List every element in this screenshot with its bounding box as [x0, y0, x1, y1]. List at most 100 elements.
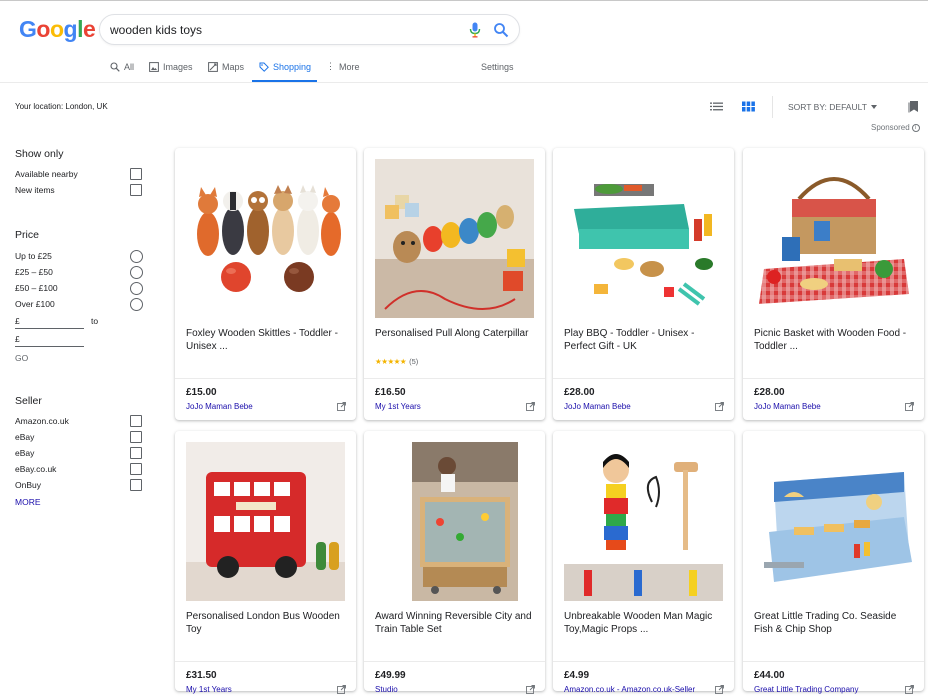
- seller-option-label: eBay: [15, 448, 35, 458]
- google-logo[interactable]: Google: [19, 16, 96, 43]
- product-title[interactable]: Unbreakable Wooden Man Magic Toy,Magic P…: [564, 610, 726, 636]
- card-divider: [553, 661, 734, 662]
- product-price: £4.99: [564, 670, 590, 681]
- filter-available-nearby-checkbox[interactable]: [130, 168, 142, 180]
- product-title[interactable]: Award Winning Reversible City and Train …: [375, 610, 537, 636]
- product-seller[interactable]: Great Little Trading Company: [754, 685, 859, 694]
- product-image[interactable]: [754, 442, 913, 601]
- product-card[interactable]: Personalised London Bus Wooden Toy £31.5…: [175, 431, 356, 694]
- product-image[interactable]: [564, 442, 723, 601]
- external-link-icon[interactable]: [905, 685, 914, 694]
- external-link-icon[interactable]: [526, 685, 535, 694]
- product-title[interactable]: Foxley Wooden Skittles - Toddler - Unise…: [186, 327, 348, 353]
- tab-images[interactable]: Images: [149, 58, 193, 82]
- price-option-radio[interactable]: [130, 298, 143, 311]
- external-link-icon[interactable]: [337, 685, 346, 694]
- seller-option-label: OnBuy: [15, 480, 41, 490]
- product-card[interactable]: Play BBQ - Toddler - Unisex - Perfect Gi…: [553, 148, 734, 420]
- price-max-prefix: £: [15, 334, 20, 344]
- caret-down-icon: [870, 105, 877, 109]
- card-divider: [743, 661, 924, 662]
- product-seller[interactable]: JoJo Maman Bebe: [186, 402, 253, 411]
- price-go-button[interactable]: GO: [15, 353, 28, 363]
- search-box[interactable]: [99, 14, 520, 45]
- list-view-icon[interactable]: [710, 101, 723, 112]
- product-image[interactable]: [564, 159, 723, 318]
- filter-available-nearby-label: Available nearby: [15, 169, 78, 179]
- card-divider: [175, 661, 356, 662]
- search-input[interactable]: [110, 21, 450, 39]
- microphone-icon[interactable]: [468, 22, 482, 38]
- seller-heading: Seller: [15, 395, 42, 407]
- product-seller[interactable]: Studio: [375, 685, 398, 694]
- product-card[interactable]: Award Winning Reversible City and Train …: [364, 431, 545, 694]
- rating-stars-icon: ★★★★★: [375, 357, 407, 366]
- seller-option-checkbox[interactable]: [130, 415, 142, 427]
- product-price: £44.00: [754, 670, 785, 681]
- grid-view-icon[interactable]: [742, 101, 755, 112]
- price-min-prefix: £: [15, 316, 20, 326]
- shortlist-icon[interactable]: [908, 100, 919, 113]
- external-link-icon[interactable]: [526, 402, 535, 411]
- card-divider: [364, 661, 545, 662]
- product-price: £49.99: [375, 670, 406, 681]
- card-divider: [553, 378, 734, 379]
- tab-all[interactable]: All: [110, 58, 134, 82]
- tab-shopping[interactable]: Shopping: [252, 58, 317, 82]
- settings-link[interactable]: Settings: [481, 58, 514, 82]
- product-card[interactable]: Foxley Wooden Skittles - Toddler - Unise…: [175, 148, 356, 420]
- product-title[interactable]: Great Little Trading Co. Seaside Fish & …: [754, 610, 916, 636]
- product-image[interactable]: [375, 159, 534, 318]
- product-title[interactable]: Personalised Pull Along Caterpillar: [375, 327, 537, 340]
- sort-dropdown[interactable]: SORT BY: DEFAULT: [788, 102, 877, 112]
- rating-count[interactable]: (5): [409, 357, 418, 366]
- seller-more-link[interactable]: MORE: [15, 497, 41, 507]
- header-divider: [0, 82, 928, 83]
- product-seller[interactable]: JoJo Maman Bebe: [754, 402, 821, 411]
- product-seller[interactable]: JoJo Maman Bebe: [564, 402, 631, 411]
- product-card[interactable]: Unbreakable Wooden Man Magic Toy,Magic P…: [553, 431, 734, 694]
- product-image[interactable]: [186, 159, 345, 318]
- price-option-label: £25 – £50: [15, 267, 53, 277]
- product-seller[interactable]: My 1st Years: [375, 402, 421, 411]
- tab-maps[interactable]: Maps: [208, 58, 244, 82]
- price-option-radio[interactable]: [130, 266, 143, 279]
- product-seller[interactable]: Amazon.co.uk - Amazon.co.uk-Seller: [564, 685, 695, 694]
- search-icon[interactable]: [493, 22, 509, 38]
- location-text: Your location: London, UK: [15, 102, 108, 111]
- product-image[interactable]: [375, 442, 534, 601]
- external-link-icon[interactable]: [715, 685, 724, 694]
- product-card[interactable]: Great Little Trading Co. Seaside Fish & …: [743, 431, 924, 694]
- product-title[interactable]: Personalised London Bus Wooden Toy: [186, 610, 348, 636]
- info-icon[interactable]: i: [911, 123, 920, 132]
- seller-option-checkbox[interactable]: [130, 447, 142, 459]
- external-link-icon[interactable]: [715, 402, 724, 411]
- seller-option-checkbox[interactable]: [130, 479, 142, 491]
- product-title[interactable]: Play BBQ - Toddler - Unisex - Perfect Gi…: [564, 327, 726, 353]
- tab-more[interactable]: ⋮ More: [326, 58, 360, 82]
- price-option-label: £50 – £100: [15, 283, 58, 293]
- product-image[interactable]: [754, 159, 913, 318]
- seller-option-label: eBay: [15, 432, 35, 442]
- price-min-input[interactable]: [15, 328, 84, 329]
- product-seller[interactable]: My 1st Years: [186, 685, 232, 694]
- more-vert-icon: ⋮: [326, 61, 335, 71]
- price-option-label: Over £100: [15, 299, 55, 309]
- product-title[interactable]: Picnic Basket with Wooden Food - Toddler…: [754, 327, 916, 353]
- product-card[interactable]: Personalised Pull Along Caterpillar ★★★★…: [364, 148, 545, 420]
- seller-option-checkbox[interactable]: [130, 463, 142, 475]
- external-link-icon[interactable]: [905, 402, 914, 411]
- search-icon: [110, 62, 120, 72]
- price-option-radio[interactable]: [130, 282, 143, 295]
- product-card[interactable]: Picnic Basket with Wooden Food - Toddler…: [743, 148, 924, 420]
- external-link-icon[interactable]: [337, 402, 346, 411]
- price-max-input[interactable]: [15, 346, 84, 347]
- product-rating: ★★★★★ (5): [375, 357, 418, 366]
- price-option-radio[interactable]: [130, 250, 143, 263]
- settings-label: Settings: [481, 62, 514, 72]
- card-divider: [364, 378, 545, 379]
- filter-new-items-checkbox[interactable]: [130, 184, 142, 196]
- product-image[interactable]: [186, 442, 345, 601]
- sort-label: SORT BY: DEFAULT: [788, 102, 867, 112]
- seller-option-checkbox[interactable]: [130, 431, 142, 443]
